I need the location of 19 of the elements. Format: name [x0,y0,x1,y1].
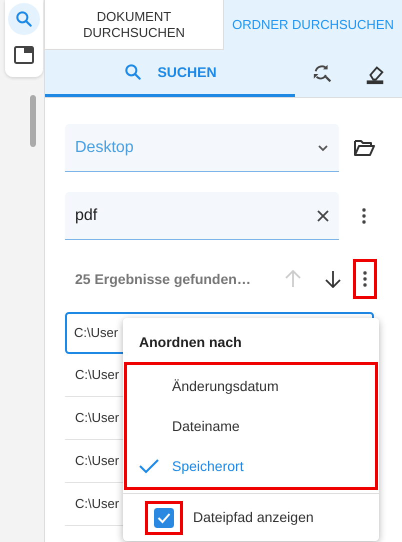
clear-icon[interactable] [317,210,329,222]
more-icon [363,271,367,287]
check-icon [157,512,171,524]
tab[interactable]: DOKUMENT DURCHSUCHEN [45,0,224,50]
more-button[interactable] [353,259,377,299]
menu-title: Anordnen nach [138,332,243,352]
chevron-down-icon [317,144,329,152]
results-count: 25 Ergebnisse gefunden… [75,270,252,289]
check-icon [138,458,160,474]
search-field[interactable]: pdf [65,192,339,240]
folder-icon[interactable] [353,139,375,157]
menu-item[interactable]: Änderungsdatum [124,366,378,406]
menu-item[interactable]: Speicherort [124,446,378,486]
search-icon[interactable] [8,3,40,35]
checkbox[interactable] [145,500,183,534]
search-icon [123,62,144,82]
menu-item[interactable]: Dateiname [124,406,378,446]
checkbox-label: Dateipfad anzeigen [193,508,314,527]
scrollbar-thumb[interactable] [30,95,36,147]
